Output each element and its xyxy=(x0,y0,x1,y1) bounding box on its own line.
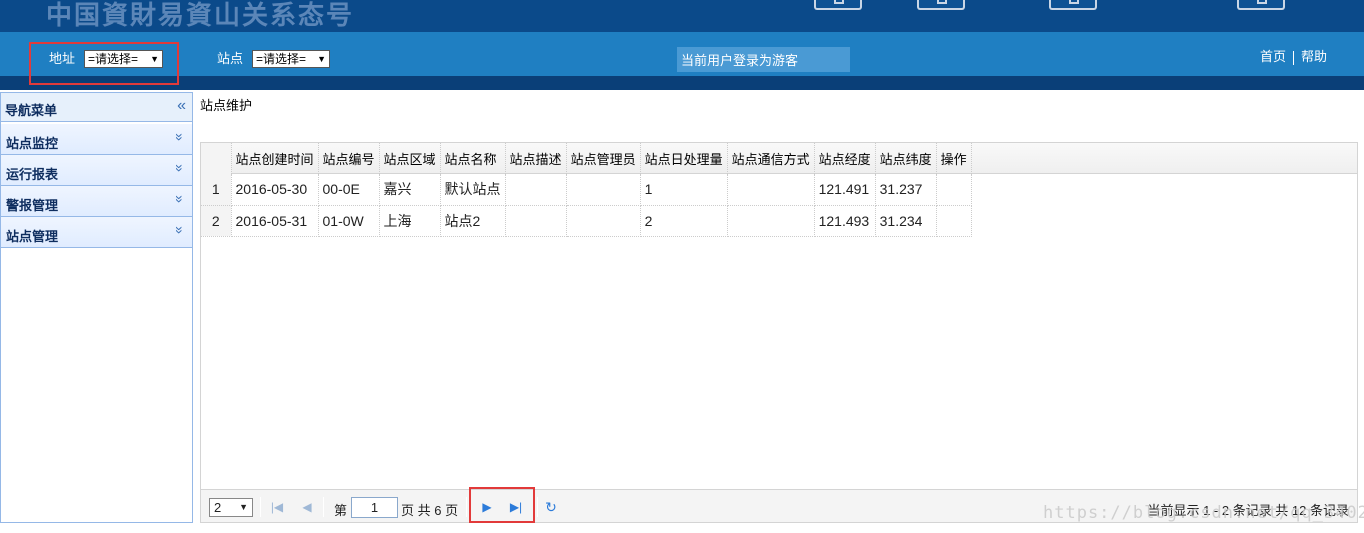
logout-icon[interactable] xyxy=(1237,0,1285,10)
next-highlight-box xyxy=(469,487,535,523)
table-cell: 01-0W xyxy=(318,205,380,237)
page-total: 页 共 6 页 xyxy=(401,503,459,518)
row-number: 2 xyxy=(201,205,232,237)
column-header[interactable]: 站点经度 xyxy=(814,143,876,174)
dropdown-arrow-icon: ▼ xyxy=(317,54,326,64)
sidebar-item-reports[interactable]: 运行报表 » xyxy=(1,155,192,186)
table-cell: 上海 xyxy=(379,205,441,237)
table-row[interactable]: 2 2016-05-31 01-0W 上海 站点2 2 121.493 31.2… xyxy=(201,205,972,237)
table-cell[interactable] xyxy=(936,174,972,206)
first-page-icon[interactable]: |◀ xyxy=(269,499,285,515)
chevron-down-icon: » xyxy=(172,195,189,203)
sidebar: 导航菜单 « 站点监控 » 运行报表 » 警报管理 » 站点管理 » xyxy=(0,92,193,523)
table-cell: 121.491 xyxy=(814,174,876,206)
chevron-down-icon: » xyxy=(172,133,189,141)
table-cell: 2016-05-30 xyxy=(231,174,319,206)
table-cell xyxy=(727,205,815,237)
site-table: 站点创建时间 站点编号 站点区域 站点名称 站点描述 站点管理员 站点日处理量 … xyxy=(201,143,972,237)
column-header[interactable]: 站点纬度 xyxy=(875,143,937,174)
page-size-value: 2 xyxy=(214,500,222,515)
site-select-value: =请选择= xyxy=(256,52,307,66)
site-select[interactable]: =请选择= ▼ xyxy=(252,50,330,68)
dropdown-arrow-icon: ▼ xyxy=(239,502,248,512)
home-icon[interactable] xyxy=(814,0,862,10)
table-cell xyxy=(727,174,815,206)
sidebar-item-alarms[interactable]: 警报管理 » xyxy=(1,186,192,217)
chevron-down-icon: » xyxy=(172,164,189,172)
column-header[interactable]: 站点区域 xyxy=(379,143,441,174)
table-cell: 31.234 xyxy=(875,205,937,237)
row-number: 1 xyxy=(201,174,232,206)
login-status: 当前用户登录为游客 xyxy=(677,47,850,72)
previous-page-icon[interactable]: ◀ xyxy=(299,499,315,515)
table-cell xyxy=(566,174,641,206)
toolbar-divider xyxy=(0,76,1364,90)
address-highlight-box xyxy=(29,42,179,85)
table-cell: 2 xyxy=(640,205,728,237)
link-separator xyxy=(1293,50,1295,65)
column-header[interactable]: 站点创建时间 xyxy=(231,143,319,174)
sidebar-item-label: 站点监控 xyxy=(6,136,59,151)
table-cell: 31.237 xyxy=(875,174,937,206)
column-header[interactable]: 站点日处理量 xyxy=(640,143,728,174)
main-panel: 站点维护 站点创建时间 站点编号 站点区域 站点名称 站点描述 站点管理员 站点… xyxy=(198,92,1360,523)
pager-separator xyxy=(466,497,467,517)
settings-icon[interactable] xyxy=(917,0,965,10)
table-cell: 站点2 xyxy=(440,205,506,237)
nav-title: 导航菜单 xyxy=(5,103,58,118)
table-cell xyxy=(505,174,567,206)
pager-separator xyxy=(537,497,538,517)
table-cell: 嘉兴 xyxy=(379,174,441,206)
refresh-icon[interactable]: ↻ xyxy=(543,499,559,515)
column-header[interactable]: 站点管理员 xyxy=(566,143,641,174)
nav-header: 导航菜单 « xyxy=(1,93,192,122)
column-header[interactable]: 站点编号 xyxy=(318,143,380,174)
pager-separator xyxy=(260,497,261,517)
sidebar-item-site-management[interactable]: 站点管理 » xyxy=(1,217,192,248)
top-links: 首页 帮助 xyxy=(1260,46,1327,65)
table-row[interactable]: 1 2016-05-30 00-0E 嘉兴 默认站点 1 121.491 31.… xyxy=(201,174,972,206)
banner-title: 中国資財易資山关系态号 xyxy=(46,0,355,30)
sidebar-item-site-monitor[interactable]: 站点监控 » xyxy=(1,124,192,155)
table-cell: 00-0E xyxy=(318,174,380,206)
sidebar-item-label: 警报管理 xyxy=(6,198,59,213)
column-header[interactable]: 站点描述 xyxy=(505,143,567,174)
table-cell[interactable] xyxy=(936,205,972,237)
sidebar-item-label: 站点管理 xyxy=(6,229,59,244)
column-header[interactable]: 站点名称 xyxy=(440,143,506,174)
page-title: 站点维护 xyxy=(200,98,253,113)
table-header-row: 站点创建时间 站点编号 站点区域 站点名称 站点描述 站点管理员 站点日处理量 … xyxy=(201,143,972,174)
page-number-input[interactable]: 1 xyxy=(351,497,398,518)
watermark: https://blog.csdn.net/qq_3402 xyxy=(1043,503,1364,523)
pager-separator xyxy=(323,497,324,517)
page-prefix: 第 xyxy=(334,503,348,518)
sidebar-item-label: 运行报表 xyxy=(6,167,59,182)
table-cell: 默认站点 xyxy=(440,174,506,206)
table-cell: 1 xyxy=(640,174,728,206)
column-header[interactable]: 站点通信方式 xyxy=(727,143,815,174)
page-size-select[interactable]: 2 ▼ xyxy=(209,498,253,517)
home-link[interactable]: 首页 xyxy=(1260,49,1286,64)
top-banner: 中国資財易資山关系态号 xyxy=(0,0,1364,32)
help-link[interactable]: 帮助 xyxy=(1301,49,1327,64)
collapse-icon[interactable]: « xyxy=(177,97,186,115)
column-header[interactable]: 操作 xyxy=(936,143,972,174)
chevron-down-icon: » xyxy=(172,226,189,234)
table-cell: 2016-05-31 xyxy=(231,205,319,237)
message-icon[interactable] xyxy=(1049,0,1097,10)
row-number-header xyxy=(201,143,232,174)
site-label: 站点 xyxy=(217,51,244,66)
data-grid: 站点创建时间 站点编号 站点区域 站点名称 站点描述 站点管理员 站点日处理量 … xyxy=(200,142,1358,523)
table-cell xyxy=(566,205,641,237)
table-cell: 121.493 xyxy=(814,205,876,237)
table-cell xyxy=(505,205,567,237)
